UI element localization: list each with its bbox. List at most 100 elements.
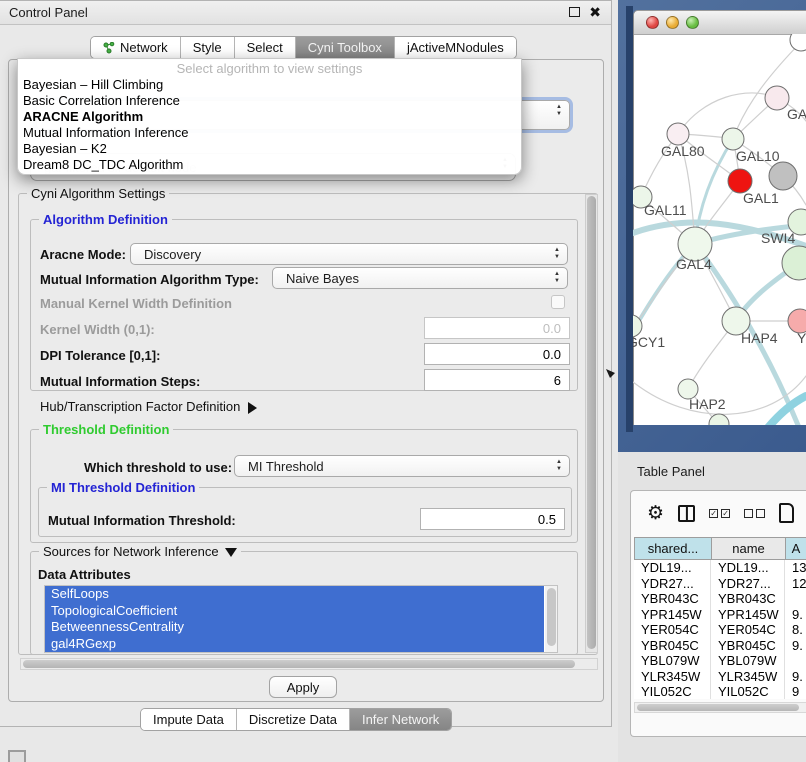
cell-value: 12 — [785, 576, 806, 592]
columns-icon[interactable] — [678, 505, 695, 522]
attributes-scrollbar[interactable] — [545, 586, 557, 652]
bottom-tab[interactable]: Discretize Data — [237, 709, 350, 730]
tab[interactable]: Style — [181, 37, 235, 58]
tab[interactable]: jActiveMNodules — [395, 37, 516, 58]
node-label: Y — [797, 330, 806, 346]
algorithm-popup-list: Bayesian – Hill Climbing Basic Correlati… — [18, 77, 521, 173]
cell-shared-name: YBL079W — [634, 653, 711, 669]
control-panel-window: Control Panel ✖ — [0, 0, 612, 727]
network-node-gal80[interactable] — [667, 123, 689, 145]
table-row[interactable]: YBL079W YBL079W — [634, 653, 806, 669]
network-node[interactable] — [790, 34, 806, 51]
algorithm-definition-title: Algorithm Definition — [39, 212, 172, 227]
settings-vertical-scrollbar[interactable] — [585, 194, 598, 653]
corner-widget[interactable] — [8, 750, 26, 762]
mi-steps-field[interactable]: 6 — [424, 369, 570, 391]
kernel-width-value: 0.0 — [543, 321, 561, 336]
algorithm-popup-item[interactable]: Mutual Information Inference — [18, 125, 521, 141]
table-row[interactable]: YLR345W YLR345W 9. — [634, 669, 806, 685]
table-row[interactable]: YDL19... YDL19... 13 — [634, 560, 806, 576]
cell-value: 9. — [785, 607, 806, 623]
tab-label: Select — [247, 40, 283, 55]
combo-stepper-icon: ▲▼ — [556, 459, 562, 473]
network-node[interactable] — [709, 414, 729, 425]
cell-name: YPR145W — [711, 607, 785, 623]
minimize-traffic-light-icon[interactable] — [666, 16, 679, 29]
cell-shared-name: YDR27... — [634, 576, 711, 592]
manual-kernel-checkbox[interactable] — [551, 295, 565, 309]
attribute-item[interactable]: BetweennessCentrality — [45, 619, 544, 636]
hub-definition-label: Hub/Transcription Factor Definition — [40, 399, 240, 414]
cell-value — [785, 653, 806, 669]
cell-value: 9. — [785, 638, 806, 654]
table-row[interactable]: YER054C YER054C 8. — [634, 622, 806, 638]
apply-button[interactable]: Apply — [269, 676, 337, 698]
zoom-traffic-light-icon[interactable] — [686, 16, 699, 29]
network-canvas[interactable]: GALGAL80GAL10GAL1GAL11SWI4GAL4GCY1HAP4YH… — [633, 34, 806, 425]
kernel-width-label: Kernel Width (0,1): — [40, 322, 155, 337]
table-row[interactable]: YBR043C YBR043C — [634, 591, 806, 607]
table-row[interactable]: YPR145W YPR145W 9. — [634, 607, 806, 623]
network-edge[interactable] — [678, 93, 777, 134]
attribute-item[interactable]: TopologicalCoefficient — [45, 603, 544, 620]
algorithm-popup-item[interactable]: Bayesian – Hill Climbing — [18, 77, 521, 93]
network-node-gal10[interactable] — [722, 128, 744, 150]
algorithm-popup-prompt: Select algorithm to view settings — [18, 61, 521, 77]
network-node[interactable] — [769, 162, 797, 190]
table-row[interactable]: YDR27... YDR27... 12 — [634, 576, 806, 592]
network-node-gal[interactable] — [765, 86, 789, 110]
bottom-tab-label: Impute Data — [153, 712, 224, 727]
control-panel-title: Control Panel — [0, 5, 88, 20]
table-panel-title: Table Panel — [637, 464, 705, 479]
cell-value — [785, 591, 806, 607]
tab[interactable]: Select — [235, 37, 296, 58]
cell-shared-name: YIL052C — [634, 684, 711, 699]
tab[interactable]: Cyni Toolbox — [296, 37, 395, 58]
node-label: GAL4 — [676, 256, 712, 272]
column-header[interactable]: shared... — [634, 537, 711, 560]
table-horizontal-scrollbar[interactable] — [634, 702, 806, 713]
which-threshold-value: MI Threshold — [248, 459, 324, 474]
network-window-titlebar — [634, 11, 806, 35]
table-header-row: shared... name A — [634, 537, 806, 560]
hub-definition-toggle[interactable]: Hub/Transcription Factor Definition — [40, 399, 257, 414]
data-attributes-list[interactable]: SelfLoops TopologicalCoefficient Between… — [44, 585, 558, 653]
kernel-width-field[interactable]: 0.0 — [424, 317, 570, 339]
mi-type-combo[interactable]: Naive Bayes ▲▼ — [272, 267, 568, 289]
combo-stepper-icon: ▲▼ — [554, 271, 560, 285]
close-icon[interactable]: ✖ — [589, 5, 601, 19]
bottom-tab[interactable]: Impute Data — [141, 709, 237, 730]
algorithm-popup-item[interactable]: Basic Correlation Inference — [18, 93, 521, 109]
table-row[interactable]: YIL052C YIL052C 9 — [634, 684, 806, 699]
dpi-tolerance-field[interactable]: 0.0 — [424, 343, 570, 365]
aracne-mode-label: Aracne Mode: — [40, 247, 126, 262]
bottom-tab[interactable]: Infer Network — [350, 709, 451, 730]
network-tab-icon — [103, 42, 115, 54]
column-header[interactable]: name — [711, 537, 785, 560]
attribute-item[interactable]: SelfLoops — [45, 586, 544, 603]
deselect-all-columns-icon[interactable] — [744, 509, 765, 518]
attribute-item[interactable]: gal4RGexp — [45, 636, 544, 653]
cell-shared-name: YDL19... — [634, 560, 711, 576]
float-window-icon[interactable] — [569, 7, 580, 17]
tab[interactable]: Network — [91, 37, 181, 58]
bottom-tab-label: Discretize Data — [249, 712, 337, 727]
new-table-icon[interactable] — [779, 503, 794, 523]
algorithm-popup-item[interactable]: Dream8 DC_TDC Algorithm — [18, 157, 521, 173]
algorithm-popup-item[interactable]: Bayesian – K2 — [18, 141, 521, 157]
column-header[interactable]: A — [785, 537, 806, 560]
mi-steps-value: 6 — [554, 373, 561, 388]
gear-icon[interactable]: ⚙ — [647, 504, 664, 523]
algorithm-popup-item[interactable]: ARACNE Algorithm — [18, 109, 521, 125]
aracne-mode-combo[interactable]: Discovery ▲▼ — [130, 243, 568, 265]
sources-group-title[interactable]: Sources for Network Inference — [39, 544, 241, 559]
table-row[interactable]: YBR045C YBR045C 9. — [634, 638, 806, 654]
app-root: Control Panel ✖ — [0, 0, 806, 762]
node-label: GAL — [787, 106, 806, 122]
which-threshold-combo[interactable]: MI Threshold ▲▼ — [234, 455, 570, 477]
close-traffic-light-icon[interactable] — [646, 16, 659, 29]
tab-label: jActiveMNodules — [407, 40, 504, 55]
settings-horizontal-scrollbar[interactable] — [20, 658, 598, 670]
mi-threshold-field[interactable]: 0.5 — [420, 508, 565, 530]
select-all-columns-icon[interactable]: ✓✓ — [709, 509, 730, 518]
